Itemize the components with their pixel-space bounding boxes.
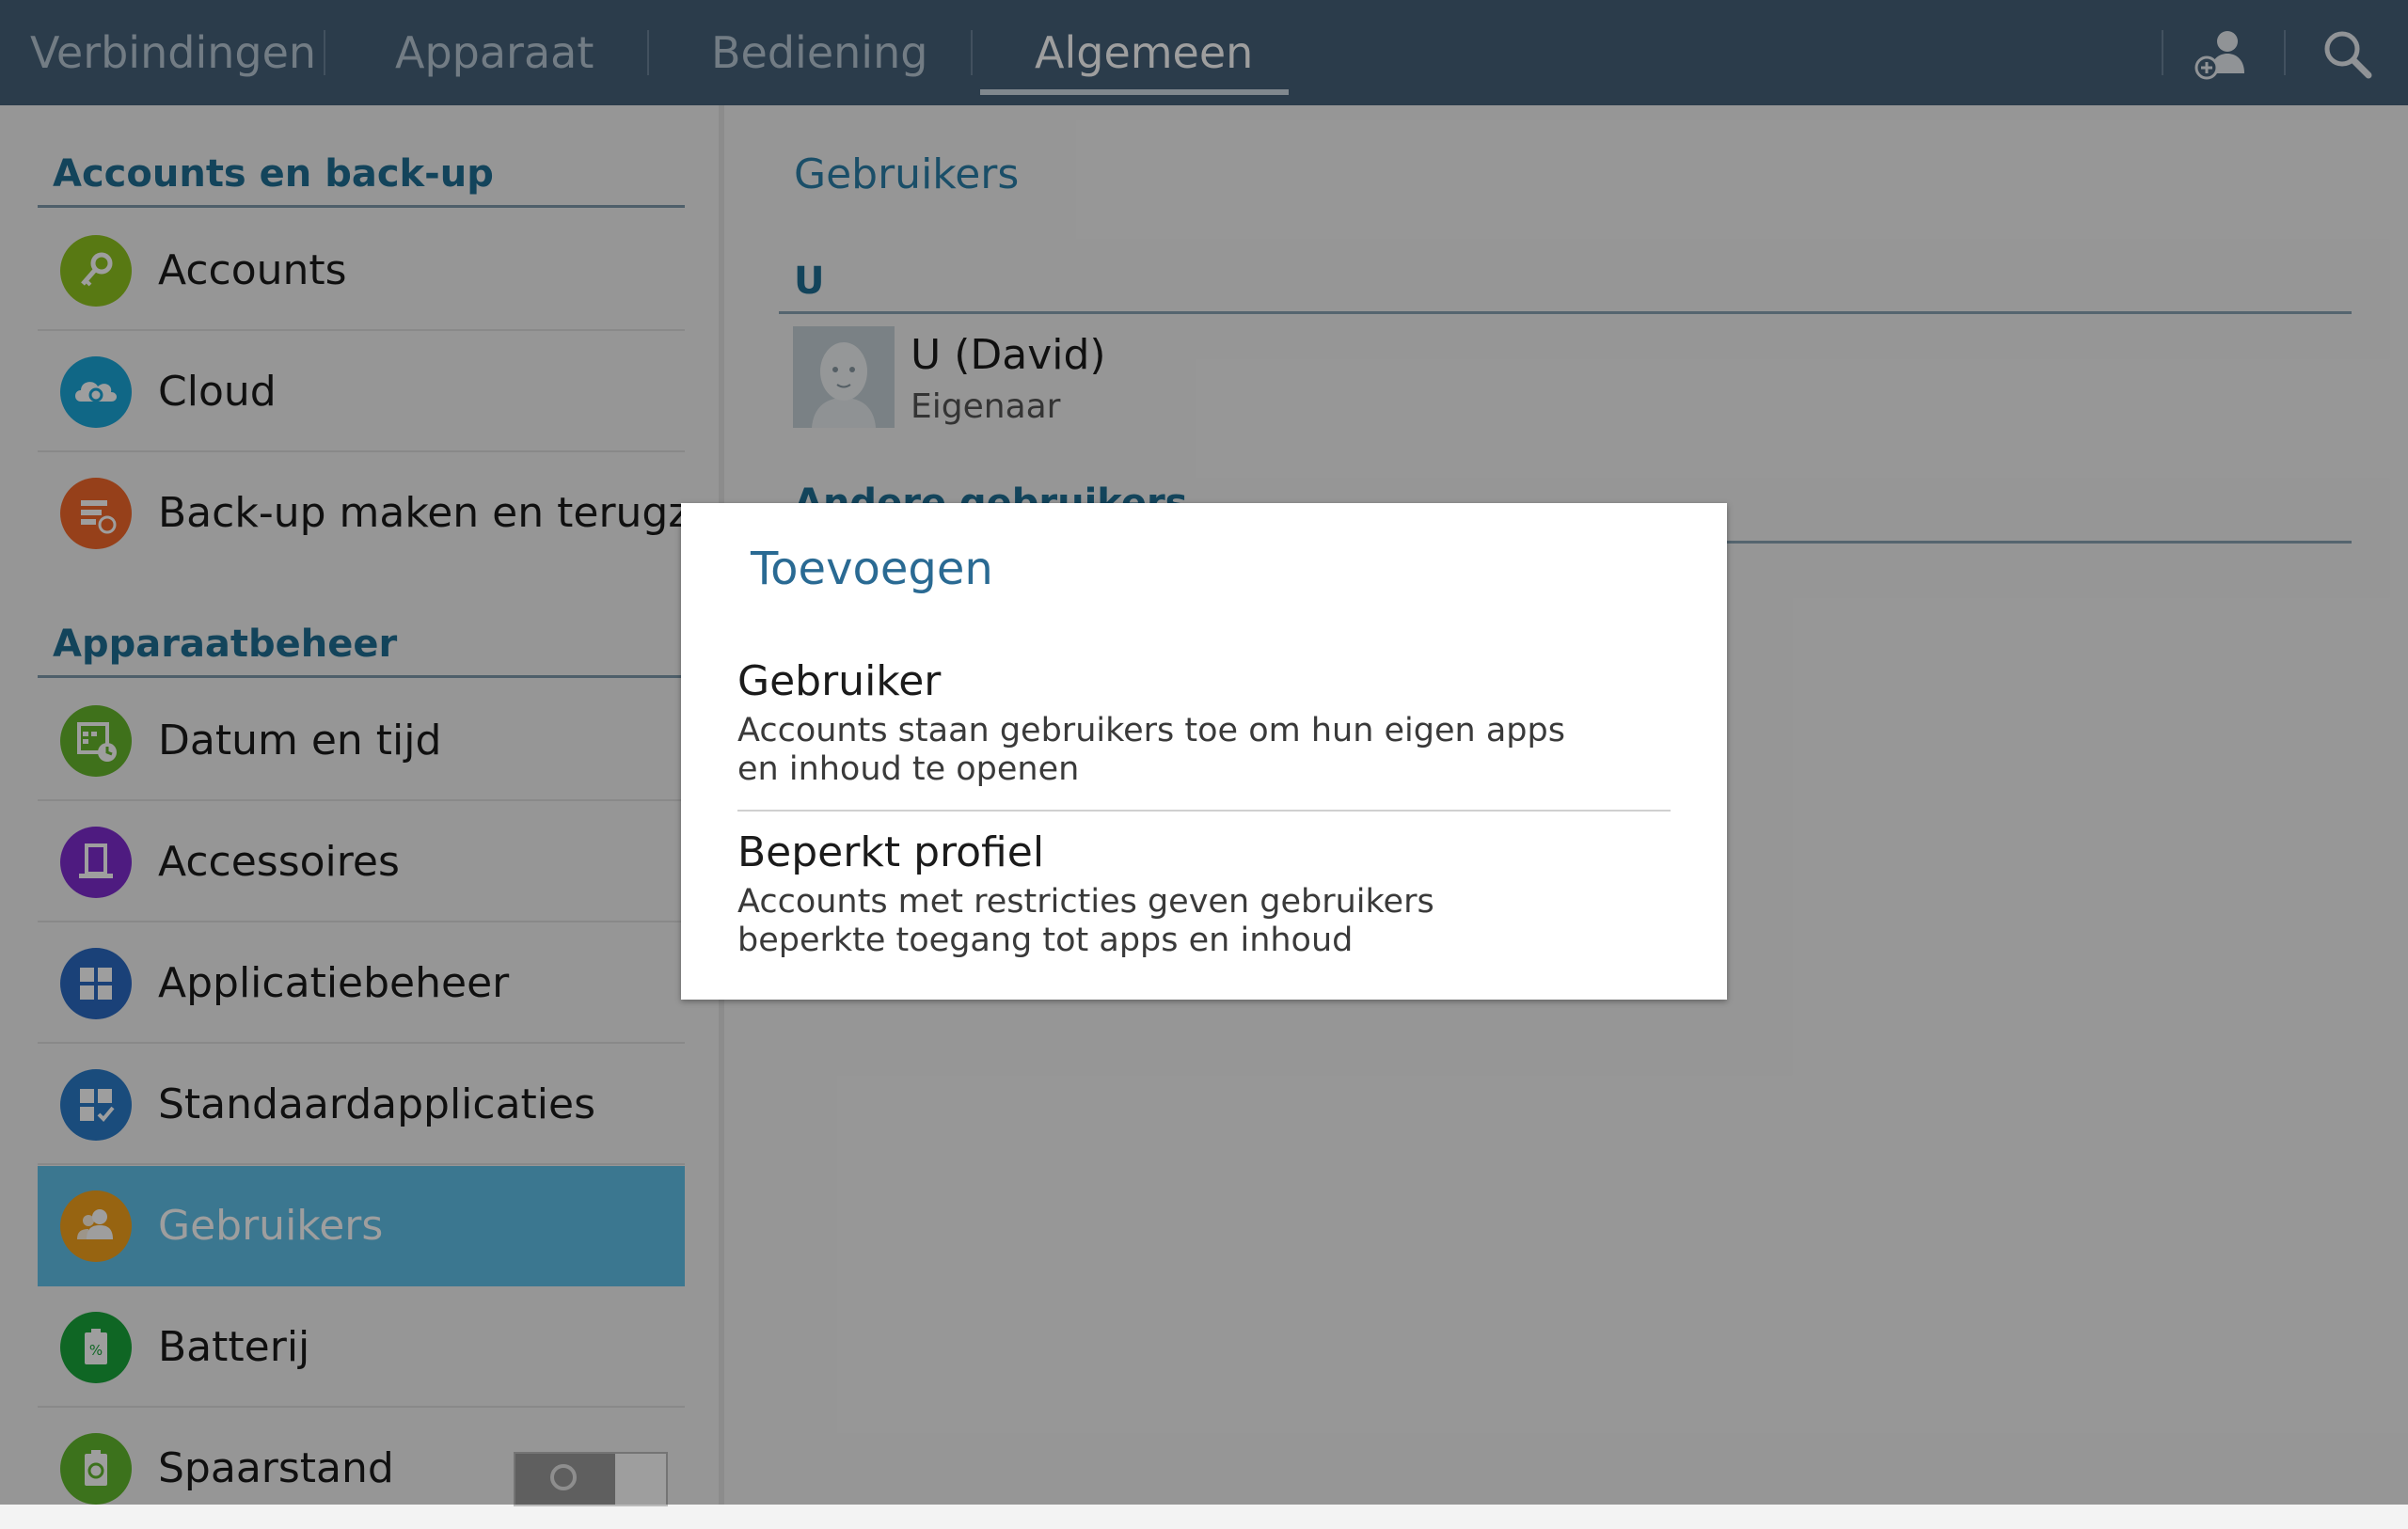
option-title: Beperkt profiel bbox=[737, 828, 1045, 876]
option-separator bbox=[737, 810, 1671, 812]
option-description: Accounts met restricties geven gebruiker… bbox=[737, 883, 1434, 959]
option-title: Gebruiker bbox=[737, 657, 942, 705]
dialog-title: Toevoegen bbox=[751, 543, 993, 595]
add-user-dialog: Toevoegen Gebruiker Accounts staan gebru… bbox=[681, 503, 1727, 1000]
option-gebruiker[interactable]: Gebruiker Accounts staan gebruikers toe … bbox=[737, 657, 1671, 808]
option-description: Accounts staan gebruikers toe om hun eig… bbox=[737, 712, 1565, 788]
option-beperkt-profiel[interactable]: Beperkt profiel Accounts met restricties… bbox=[737, 828, 1671, 979]
